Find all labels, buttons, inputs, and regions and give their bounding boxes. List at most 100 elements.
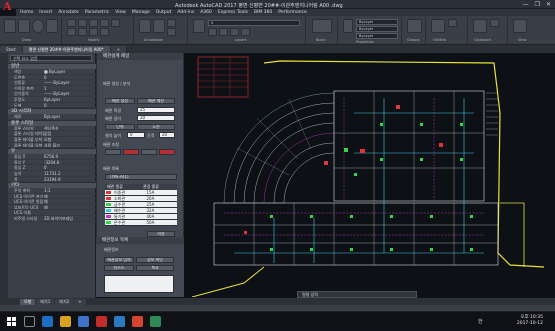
property-value[interactable]: 11731.2 <box>44 171 96 176</box>
fillet-icon[interactable] <box>100 28 109 36</box>
copy-clip-icon[interactable] <box>490 19 499 27</box>
tab-layout1[interactable]: 배치1 <box>36 298 55 305</box>
app-taskbar-icon[interactable] <box>150 316 161 327</box>
adjust-button[interactable] <box>141 149 157 155</box>
measure-icon[interactable] <box>431 19 445 33</box>
property-value[interactable]: 사용 불가 <box>44 143 96 148</box>
tab-layout2[interactable]: 배치2 <box>55 298 74 305</box>
system-clock[interactable]: 오후 10:35 2017-10-12 <box>517 315 543 327</box>
property-value[interactable]: —— ByLayer <box>44 91 96 96</box>
drawing-canvas[interactable] <box>184 53 555 297</box>
autocad-logo-icon[interactable]: A <box>3 1 13 15</box>
stretch-icon[interactable] <box>67 28 76 36</box>
move-icon[interactable] <box>67 19 76 27</box>
color-dropdown[interactable]: ByLayer <box>356 19 398 25</box>
property-value[interactable]: 예 <box>44 199 96 204</box>
property-value[interactable]: 1 <box>44 86 96 91</box>
layer-off-icon[interactable] <box>208 28 217 36</box>
list-item[interactable]: 온수관 50A <box>105 220 177 226</box>
palette-title-strip[interactable] <box>0 53 8 311</box>
match-properties-icon[interactable] <box>343 19 353 33</box>
add-layout-button[interactable]: + <box>74 298 86 305</box>
trim-icon[interactable] <box>89 19 98 27</box>
array-icon[interactable] <box>89 28 98 36</box>
create-pipe-button[interactable]: 배관 생성 <box>105 98 135 104</box>
property-value[interactable]: ■ ByLayer <box>44 69 96 74</box>
line-tool-icon[interactable] <box>4 19 16 33</box>
leader-icon[interactable] <box>167 19 176 27</box>
height-field[interactable]: 0 <box>127 132 145 138</box>
scale-icon[interactable] <box>78 28 87 36</box>
property-value[interactable]: 예 <box>44 194 96 199</box>
tab-current-drawing[interactable]: 평면 신평면 20##-이관주엔지니어링 A00* <box>22 46 110 53</box>
tab-parametric[interactable]: Parametric <box>85 10 109 15</box>
tab-output[interactable]: Output <box>156 10 172 15</box>
text-tool-icon[interactable] <box>139 19 151 33</box>
calculator-icon[interactable] <box>448 19 457 27</box>
task-view-icon[interactable] <box>24 316 35 327</box>
property-value[interactable]: 0 <box>44 165 96 170</box>
property-value[interactable] <box>44 210 96 215</box>
adjust-button[interactable] <box>105 149 121 155</box>
property-value[interactable]: ByLayer <box>44 114 96 119</box>
adjust-button-red[interactable] <box>123 149 139 155</box>
tab-start[interactable]: Start <box>0 46 22 53</box>
autocad-taskbar-icon[interactable] <box>96 316 107 327</box>
file-explorer-icon[interactable] <box>60 316 71 327</box>
property-value[interactable]: 2D 와이어프레임 <box>44 216 96 221</box>
layer-dropdown[interactable]: 0 <box>208 20 300 26</box>
tab-a360[interactable]: A360 <box>200 10 212 15</box>
tab-bim360[interactable]: BIM 360 <box>254 10 272 15</box>
tab-home[interactable]: Home <box>20 10 33 15</box>
table-icon[interactable] <box>167 28 176 36</box>
property-value[interactable]: ByLayer <box>44 97 96 102</box>
layer-lock-icon[interactable] <box>230 28 239 36</box>
property-value[interactable]: 0 <box>44 103 96 108</box>
copy-button[interactable]: 복사 <box>136 265 174 271</box>
diameter-field[interactable]: 25 <box>137 107 175 113</box>
group-icon[interactable] <box>407 19 422 33</box>
layer-match-icon[interactable] <box>241 28 250 36</box>
paste-icon[interactable] <box>473 19 487 33</box>
list-button[interactable]: 리스트 <box>104 265 134 271</box>
app-taskbar-icon[interactable] <box>114 316 125 327</box>
property-value[interactable]: 23194.9 <box>44 177 96 182</box>
new-tab-button[interactable]: + <box>110 46 126 53</box>
selection-dropdown[interactable]: 선택 요소 없음 <box>10 55 92 61</box>
tab-addins[interactable]: Add-ins <box>177 10 194 15</box>
windows-start-icon[interactable] <box>6 316 17 327</box>
ime-language[interactable]: 한 <box>478 318 483 325</box>
calculate-pipe-button[interactable]: 배관 계산 <box>137 98 175 104</box>
pipe-info-input-button[interactable]: 배관정보 입력 <box>104 257 134 263</box>
store-icon[interactable] <box>78 316 89 327</box>
property-value[interactable]: 모형 <box>44 137 96 142</box>
tab-express[interactable]: Express Tools <box>218 10 248 15</box>
tab-performance[interactable]: Performance <box>278 10 307 15</box>
unit-button[interactable]: 단위 <box>105 124 135 130</box>
property-value[interactable]: 색상종속 <box>44 126 96 131</box>
property-row[interactable]: 비주얼 스타일 2D 와이어프레임 <box>8 216 96 222</box>
tab-model[interactable]: 모형 <box>20 298 36 305</box>
tab-view[interactable]: View <box>115 10 126 15</box>
drawing-button[interactable]: 도면 <box>137 124 175 130</box>
mirror-icon[interactable] <box>111 19 120 27</box>
maximize-icon[interactable]: ❐ <box>535 1 540 8</box>
property-value[interactable]: 6756.9 <box>44 154 96 159</box>
command-line[interactable]: 명령 입력 <box>297 291 417 298</box>
close-icon[interactable]: ✕ <box>546 1 551 8</box>
property-value[interactable]: 1:1 <box>44 188 96 193</box>
property-value[interactable]: 없음 <box>44 131 96 136</box>
adjust-button-red[interactable] <box>159 149 175 155</box>
lineweight-dropdown[interactable]: ByLayer <box>356 26 398 32</box>
pipe-info-check-button[interactable]: 정보 확인 <box>136 257 174 263</box>
tab-annotate[interactable]: Annotate <box>58 10 79 15</box>
edge-browser-icon[interactable] <box>42 316 53 327</box>
type-dropdown[interactable]: TYPE-A(1) <box>105 174 177 180</box>
arc-tool-icon[interactable] <box>46 19 58 33</box>
property-value[interactable]: —— ByLayer <box>44 80 96 85</box>
property-value[interactable]: -3204.6 <box>44 160 96 165</box>
dimension-tool-icon[interactable] <box>153 19 165 33</box>
insert-block-icon[interactable] <box>312 19 332 33</box>
app-taskbar-icon[interactable] <box>132 316 143 327</box>
spacing-field[interactable]: 20 <box>159 132 175 138</box>
